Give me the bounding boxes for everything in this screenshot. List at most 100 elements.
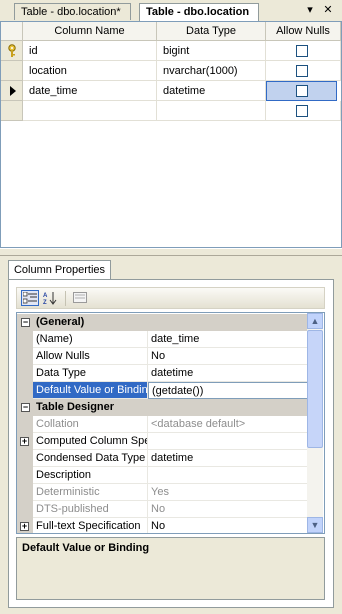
property-value[interactable]: No	[148, 348, 308, 365]
property-row[interactable]: DTS-published No	[17, 501, 308, 518]
header-label: Data Type	[186, 25, 236, 37]
allow-nulls-cell-selected	[266, 81, 337, 101]
property-row[interactable]: Allow Nulls No	[17, 348, 308, 365]
property-name: DTS-published	[33, 501, 148, 518]
table-row[interactable]: location nvarchar(1000)	[1, 61, 341, 81]
tab-label: Table - dbo.location*	[21, 6, 121, 18]
property-name: Computed Column Specification	[33, 433, 148, 450]
tab-label: Column Properties	[13, 264, 106, 276]
property-value[interactable]	[148, 467, 308, 484]
collapse-icon[interactable]: −	[21, 318, 30, 327]
property-gutter: +	[17, 433, 33, 450]
category-general[interactable]: − (General)	[17, 314, 308, 331]
sort-az-icon: A Z	[43, 292, 57, 305]
table-row[interactable]: id bigint	[1, 41, 341, 61]
tab-column-properties[interactable]: Column Properties	[8, 260, 111, 280]
property-pages-button[interactable]	[72, 290, 90, 306]
tab-location-active[interactable]: Table - dbo.location	[139, 3, 259, 21]
property-row[interactable]: (Name) date_time	[17, 331, 308, 348]
property-row[interactable]: Condensed Data Type datetime	[17, 450, 308, 467]
categorized-button[interactable]	[21, 290, 39, 306]
column-name-cell[interactable]	[23, 101, 157, 121]
allow-nulls-checkbox[interactable]	[296, 45, 308, 57]
allow-nulls-checkbox[interactable]	[296, 85, 308, 97]
property-row[interactable]: Deterministic Yes	[17, 484, 308, 501]
property-name: Deterministic	[33, 484, 148, 501]
category-table-designer[interactable]: − Table Designer	[17, 399, 308, 416]
data-type-cell[interactable]	[157, 101, 266, 121]
property-value[interactable]: datetime	[148, 365, 308, 382]
property-description-pane: Default Value or Binding	[16, 537, 325, 600]
category-label: (General)	[36, 316, 85, 328]
property-gutter	[17, 501, 33, 518]
property-pages-icon	[73, 292, 87, 303]
property-value: <database default>	[148, 416, 308, 433]
column-name-cell[interactable]: location	[23, 61, 157, 81]
property-name: Condensed Data Type	[33, 450, 148, 467]
row-selector[interactable]	[1, 61, 23, 81]
collapse-icon[interactable]: −	[21, 403, 30, 412]
property-value[interactable]: datetime	[148, 450, 308, 467]
allow-nulls-cell	[266, 61, 341, 81]
property-value[interactable]	[148, 433, 308, 450]
property-name: Default Value or Binding	[33, 382, 148, 399]
property-value: Yes	[148, 484, 308, 501]
key-icon	[8, 44, 16, 57]
splitter[interactable]	[0, 248, 342, 256]
row-pointer-icon	[10, 86, 16, 96]
row-selector[interactable]	[1, 81, 23, 101]
table-row[interactable]: date_time datetime	[1, 81, 341, 101]
svg-text:A: A	[43, 293, 48, 299]
column-name-cell[interactable]: id	[23, 41, 157, 61]
property-row[interactable]: + Full-text Specification No	[17, 518, 308, 533]
property-gutter	[17, 382, 33, 399]
header-data-type[interactable]: Data Type	[157, 22, 266, 41]
expand-icon[interactable]: +	[20, 437, 29, 446]
document-tab-strip: Table - dbo.location* Table - dbo.locati…	[0, 0, 342, 22]
grid-corner	[1, 22, 23, 41]
row-selector[interactable]	[1, 101, 23, 121]
header-column-name[interactable]: Column Name	[23, 22, 157, 41]
property-name: Full-text Specification	[33, 518, 148, 533]
scroll-thumb[interactable]	[307, 330, 323, 448]
tab-location-unsaved[interactable]: Table - dbo.location*	[14, 3, 131, 20]
property-row-selected[interactable]: Default Value or Binding (getdate())	[17, 382, 308, 399]
scroll-down-icon[interactable]: ▼	[307, 517, 323, 533]
expand-icon[interactable]: +	[20, 522, 29, 531]
allow-nulls-cell	[266, 41, 341, 61]
allow-nulls-cell	[266, 101, 341, 121]
tab-dropdown-icon[interactable]: ▾	[303, 2, 317, 18]
scroll-up-icon[interactable]: ▲	[307, 313, 323, 329]
property-toolbar: A Z	[16, 287, 325, 309]
column-grid: Column Name Data Type Allow Nulls id big…	[0, 21, 342, 248]
alphabetical-button[interactable]: A Z	[42, 290, 60, 306]
property-row[interactable]: Collation <database default>	[17, 416, 308, 433]
property-name: Data Type	[33, 365, 148, 382]
property-gutter: +	[17, 518, 33, 533]
row-selector[interactable]	[1, 41, 23, 61]
default-value-input[interactable]: (getdate())	[148, 382, 308, 399]
property-scrollbar[interactable]: ▲ ▼	[307, 313, 323, 533]
property-value[interactable]: No	[148, 518, 308, 533]
header-allow-nulls[interactable]: Allow Nulls	[266, 22, 341, 41]
data-type-cell[interactable]: datetime	[157, 81, 266, 101]
property-row[interactable]: Description	[17, 467, 308, 484]
categorized-icon	[23, 292, 37, 304]
property-gutter	[17, 484, 33, 501]
table-row[interactable]	[1, 101, 341, 121]
close-icon[interactable]: ✕	[321, 2, 335, 18]
property-row[interactable]: + Computed Column Specification	[17, 433, 308, 450]
property-gutter	[17, 348, 33, 365]
property-row[interactable]: Data Type datetime	[17, 365, 308, 382]
toolbar-separator	[65, 291, 66, 306]
property-gutter	[17, 416, 33, 433]
property-gutter	[17, 365, 33, 382]
column-name-cell[interactable]: date_time	[23, 81, 157, 101]
allow-nulls-checkbox[interactable]	[296, 65, 308, 77]
property-value[interactable]: date_time	[148, 331, 308, 348]
property-name: (Name)	[33, 331, 148, 348]
allow-nulls-checkbox[interactable]	[296, 105, 308, 117]
tab-label: Table - dbo.location	[146, 6, 250, 18]
data-type-cell[interactable]: bigint	[157, 41, 266, 61]
data-type-cell[interactable]: nvarchar(1000)	[157, 61, 266, 81]
